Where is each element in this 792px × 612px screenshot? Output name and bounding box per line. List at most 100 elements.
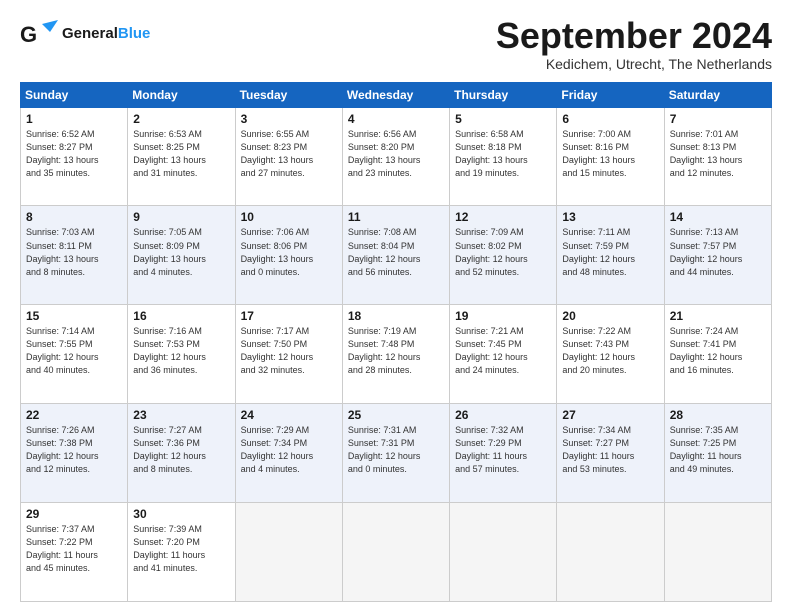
table-row: 6Sunrise: 7:00 AMSunset: 8:16 PMDaylight… xyxy=(557,107,664,206)
day-info-line: and 4 minutes. xyxy=(241,463,337,476)
day-info-line: Daylight: 13 hours xyxy=(241,253,337,266)
day-info-line: Sunrise: 7:24 AM xyxy=(670,325,766,338)
day-info-line: Daylight: 12 hours xyxy=(562,253,658,266)
day-number: 15 xyxy=(26,309,122,323)
day-info-line: Sunrise: 7:17 AM xyxy=(241,325,337,338)
table-row xyxy=(664,503,771,602)
day-info-line: Sunset: 7:27 PM xyxy=(562,437,658,450)
day-info-line: Sunrise: 7:22 AM xyxy=(562,325,658,338)
month-title: September 2024 xyxy=(496,16,772,56)
day-info-line: Daylight: 12 hours xyxy=(133,351,229,364)
table-row: 5Sunrise: 6:58 AMSunset: 8:18 PMDaylight… xyxy=(450,107,557,206)
day-info-line: Sunset: 7:25 PM xyxy=(670,437,766,450)
day-info-line: Sunrise: 7:19 AM xyxy=(348,325,444,338)
calendar-row: 1Sunrise: 6:52 AMSunset: 8:27 PMDaylight… xyxy=(21,107,772,206)
day-info-line: Sunset: 7:57 PM xyxy=(670,240,766,253)
day-info-line: and 35 minutes. xyxy=(26,167,122,180)
day-info-line: Daylight: 13 hours xyxy=(241,154,337,167)
day-info-line: Sunrise: 7:34 AM xyxy=(562,424,658,437)
day-info: Sunrise: 6:55 AMSunset: 8:23 PMDaylight:… xyxy=(241,128,337,180)
day-number: 14 xyxy=(670,210,766,224)
day-info-line: and 27 minutes. xyxy=(241,167,337,180)
day-info: Sunrise: 7:08 AMSunset: 8:04 PMDaylight:… xyxy=(348,226,444,278)
calendar-row: 15Sunrise: 7:14 AMSunset: 7:55 PMDayligh… xyxy=(21,305,772,404)
day-number: 30 xyxy=(133,507,229,521)
day-info-line: Sunrise: 7:21 AM xyxy=(455,325,551,338)
day-number: 11 xyxy=(348,210,444,224)
day-info: Sunrise: 7:31 AMSunset: 7:31 PMDaylight:… xyxy=(348,424,444,476)
day-info-line: and 53 minutes. xyxy=(562,463,658,476)
day-info-line: Sunrise: 7:05 AM xyxy=(133,226,229,239)
day-info-line: and 28 minutes. xyxy=(348,364,444,377)
day-info: Sunrise: 7:05 AMSunset: 8:09 PMDaylight:… xyxy=(133,226,229,278)
day-info-line: Sunset: 8:02 PM xyxy=(455,240,551,253)
day-number: 25 xyxy=(348,408,444,422)
logo-blue: Blue xyxy=(118,25,151,42)
day-info-line: Daylight: 12 hours xyxy=(26,351,122,364)
day-info-line: Sunset: 8:27 PM xyxy=(26,141,122,154)
day-info-line: Daylight: 12 hours xyxy=(241,450,337,463)
day-info-line: Sunset: 7:43 PM xyxy=(562,338,658,351)
day-info-line: and 36 minutes. xyxy=(133,364,229,377)
day-info-line: Daylight: 13 hours xyxy=(562,154,658,167)
day-info-line: Sunset: 7:22 PM xyxy=(26,536,122,549)
header: G GeneralBlue September 2024 Kedichem, U… xyxy=(20,16,772,72)
day-number: 29 xyxy=(26,507,122,521)
table-row: 13Sunrise: 7:11 AMSunset: 7:59 PMDayligh… xyxy=(557,206,664,305)
day-info-line: Sunset: 7:48 PM xyxy=(348,338,444,351)
table-row: 7Sunrise: 7:01 AMSunset: 8:13 PMDaylight… xyxy=(664,107,771,206)
day-info-line: and 19 minutes. xyxy=(455,167,551,180)
col-tuesday: Tuesday xyxy=(235,82,342,107)
day-info-line: and 31 minutes. xyxy=(133,167,229,180)
table-row: 27Sunrise: 7:34 AMSunset: 7:27 PMDayligh… xyxy=(557,404,664,503)
day-info: Sunrise: 7:13 AMSunset: 7:57 PMDaylight:… xyxy=(670,226,766,278)
day-info-line: and 15 minutes. xyxy=(562,167,658,180)
day-info-line: Sunrise: 7:09 AM xyxy=(455,226,551,239)
day-info-line: Sunset: 8:06 PM xyxy=(241,240,337,253)
logo-general: General xyxy=(62,25,118,42)
day-info-line: Daylight: 12 hours xyxy=(241,351,337,364)
day-info-line: Sunrise: 7:11 AM xyxy=(562,226,658,239)
day-info-line: and 40 minutes. xyxy=(26,364,122,377)
day-number: 8 xyxy=(26,210,122,224)
day-info-line: Sunset: 7:50 PM xyxy=(241,338,337,351)
day-info-line: Sunrise: 7:27 AM xyxy=(133,424,229,437)
subtitle: Kedichem, Utrecht, The Netherlands xyxy=(496,56,772,72)
day-info-line: Daylight: 13 hours xyxy=(133,253,229,266)
day-info-line: and 57 minutes. xyxy=(455,463,551,476)
day-info-line: Daylight: 12 hours xyxy=(348,253,444,266)
day-info-line: Sunrise: 7:26 AM xyxy=(26,424,122,437)
day-info-line: Daylight: 11 hours xyxy=(670,450,766,463)
table-row xyxy=(450,503,557,602)
day-info-line: and 12 minutes. xyxy=(670,167,766,180)
day-info-line: Sunset: 7:53 PM xyxy=(133,338,229,351)
day-info-line: Sunset: 7:45 PM xyxy=(455,338,551,351)
day-info-line: Sunset: 7:38 PM xyxy=(26,437,122,450)
day-info-line: Sunset: 8:16 PM xyxy=(562,141,658,154)
day-info-line: Sunrise: 7:16 AM xyxy=(133,325,229,338)
day-info-line: Sunrise: 6:55 AM xyxy=(241,128,337,141)
logo: G GeneralBlue xyxy=(20,16,150,52)
day-number: 21 xyxy=(670,309,766,323)
day-info-line: Sunset: 8:23 PM xyxy=(241,141,337,154)
day-number: 20 xyxy=(562,309,658,323)
day-info-line: Daylight: 12 hours xyxy=(133,450,229,463)
day-number: 22 xyxy=(26,408,122,422)
day-info-line: Daylight: 13 hours xyxy=(133,154,229,167)
day-info-line: Sunset: 7:31 PM xyxy=(348,437,444,450)
day-info-line: and 0 minutes. xyxy=(348,463,444,476)
table-row: 8Sunrise: 7:03 AMSunset: 8:11 PMDaylight… xyxy=(21,206,128,305)
day-info-line: Sunrise: 7:35 AM xyxy=(670,424,766,437)
day-info-line: Sunrise: 6:52 AM xyxy=(26,128,122,141)
table-row: 21Sunrise: 7:24 AMSunset: 7:41 PMDayligh… xyxy=(664,305,771,404)
day-info-line: Sunrise: 7:37 AM xyxy=(26,523,122,536)
day-number: 6 xyxy=(562,112,658,126)
day-info: Sunrise: 7:16 AMSunset: 7:53 PMDaylight:… xyxy=(133,325,229,377)
day-info-line: Daylight: 11 hours xyxy=(562,450,658,463)
table-row: 1Sunrise: 6:52 AMSunset: 8:27 PMDaylight… xyxy=(21,107,128,206)
day-info-line: Sunset: 8:25 PM xyxy=(133,141,229,154)
logo-icon: G xyxy=(20,16,58,52)
day-info-line: and 8 minutes. xyxy=(133,463,229,476)
day-info-line: Daylight: 11 hours xyxy=(26,549,122,562)
table-row: 16Sunrise: 7:16 AMSunset: 7:53 PMDayligh… xyxy=(128,305,235,404)
